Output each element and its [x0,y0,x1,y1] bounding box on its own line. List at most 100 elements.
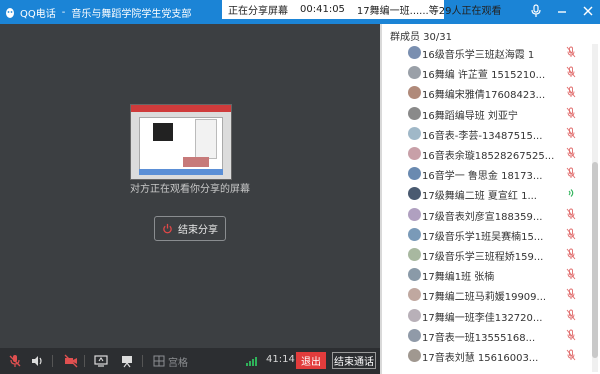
member-avatar [408,86,421,100]
screen-share-preview [130,104,232,180]
viewers-text: 17舞编一班......等29人正在观看 [356,6,502,17]
mic-muted-icon[interactable] [8,354,22,368]
member-avatar [408,308,421,322]
mic-muted-icon[interactable] [566,329,576,341]
member-row[interactable]: 16音表余璇18528267525... [382,143,590,163]
share-status-pill: 正在分享屏幕 00:41:05 17舞编一班......等29人正在观看 [222,0,501,19]
toolbar-divider [142,355,143,367]
call-duration: 41:14 [266,354,295,365]
qq-logo-icon [6,7,14,18]
group-name: 音乐与舞蹈学院学生党支部 [71,9,192,20]
end-call-button[interactable]: 结束通话 [332,352,376,369]
member-name: 17级音表刘彦宣188359... [422,211,543,223]
camera-off-icon[interactable] [64,354,78,368]
mic-muted-icon[interactable] [566,288,576,300]
mic-muted-icon[interactable] [566,248,576,260]
speaker-icon[interactable] [30,354,44,368]
call-toolbar: 宫格 41:14 退出 结束通话 [0,348,380,374]
member-name: 17级舞编二班 夏宣红 1... [422,191,537,203]
speaking-icon[interactable] [566,187,576,199]
preview-menu [195,119,217,159]
share-screen-icon[interactable] [94,354,108,368]
title-bar: QQ电话 - 音乐与舞蹈学院学生党支部 正在分享屏幕 00:41:05 17舞编… [0,0,600,24]
member-count-header: 群成员 30/31 [390,32,452,43]
member-row[interactable]: 16舞蹈编导班 刘亚宁 [382,103,590,123]
member-avatar [408,227,421,241]
member-name: 16音学一 鲁思金 18173... [422,171,543,183]
member-row[interactable]: 17级舞编二班 夏宣红 1... [382,183,590,203]
member-row[interactable]: 17级音表刘彦宣188359... [382,204,590,224]
mic-muted-icon[interactable] [566,66,576,78]
share-timer: 00:41:05 [300,4,345,15]
member-avatar [408,66,421,80]
mic-muted-icon[interactable] [566,147,576,159]
member-name: 16舞蹈编导班 刘亚宁 [422,110,518,122]
member-row[interactable]: 16舞编 许芷萱 1515210... [382,62,590,82]
end-share-button[interactable]: 结束分享 [154,216,226,241]
mic-icon[interactable] [530,4,542,18]
member-row[interactable]: 16级音乐学三班赵海霞 1 [382,42,590,62]
member-name: 16音表-李芸-13487515... [422,130,543,142]
member-name: 16舞编 许芷萱 1515210... [422,70,546,82]
member-name: 17级音乐学1班吴赛楠15... [422,231,544,243]
member-name: 16级音乐学三班赵海霞 1 [422,50,535,61]
exit-button[interactable]: 退出 [296,352,326,369]
share-status-label: 正在分享屏幕 [228,6,288,17]
member-row[interactable]: 16音学一 鲁思金 18173... [382,163,590,183]
member-avatar [408,268,421,282]
toolbar-divider [84,355,85,367]
member-name: 17音表一班13555168... [422,332,536,344]
grid-label[interactable]: 宫格 [168,354,188,369]
member-row[interactable]: 17音表一班13555168... [382,325,590,345]
member-scrollbar[interactable] [592,44,598,372]
toolbar-divider [52,355,53,367]
mic-muted-icon[interactable] [566,46,576,58]
member-name: 17音表刘慧 15616003... [422,353,539,364]
member-name: 17舞编一班李佳132720... [422,312,543,324]
member-name: 16音表余璇18528267525... [422,151,554,162]
presentation-icon[interactable] [120,354,134,368]
member-row[interactable]: 17舞编1班 张楠 [382,264,590,284]
app-title: QQ电话 - 音乐与舞蹈学院学生党支部 [4,5,191,20]
member-panel: 群成员 30/31 16级音乐学三班赵海霞 1 16舞编 许芷萱 1515210.… [382,24,600,374]
member-avatar [408,207,421,221]
window-controls [530,4,594,18]
member-avatar [408,106,421,120]
app-name: QQ电话 [20,9,56,20]
mic-muted-icon[interactable] [566,208,576,220]
member-row[interactable]: 17舞编二班马莉媛19909... [382,284,590,304]
member-avatar [408,187,421,201]
mic-muted-icon[interactable] [566,228,576,240]
mic-muted-icon[interactable] [566,349,576,361]
member-row[interactable]: 17舞编一班李佳132720... [382,305,590,325]
member-avatar [408,147,421,160]
member-avatar [408,328,421,342]
mic-muted-icon[interactable] [566,167,576,179]
mic-muted-icon[interactable] [566,127,576,139]
member-name: 17舞编二班马莉媛19909... [422,292,547,304]
end-share-label: 结束分享 [178,225,218,236]
member-row[interactable]: 17级音乐学1班吴赛楠15... [382,224,590,244]
grid-icon[interactable] [152,354,166,368]
member-row[interactable]: 17级音乐学三班程娇159... [382,244,590,264]
member-avatar [408,126,421,140]
share-message: 对方正在观看你分享的屏幕 [130,184,250,195]
member-name: 17级音乐学三班程娇159... [422,252,544,263]
mic-muted-icon[interactable] [566,268,576,280]
preview-top-bar [131,105,231,112]
close-icon[interactable] [582,4,594,18]
mic-muted-icon[interactable] [566,86,576,98]
member-avatar [408,46,421,59]
mic-muted-icon[interactable] [566,309,576,321]
member-row[interactable]: 16音表-李芸-13487515... [382,123,590,143]
power-icon [163,223,172,234]
member-row[interactable]: 16舞编宋雅倩17608423... [382,82,590,102]
member-avatar [408,349,421,362]
member-avatar [408,288,421,302]
minimize-icon[interactable] [556,4,568,18]
mic-muted-icon[interactable] [566,107,576,119]
member-name: 17舞编1班 张楠 [422,272,495,284]
member-avatar [408,248,421,261]
scrollbar-thumb[interactable] [592,162,598,358]
member-row[interactable]: 17音表刘慧 15616003... [382,345,590,365]
